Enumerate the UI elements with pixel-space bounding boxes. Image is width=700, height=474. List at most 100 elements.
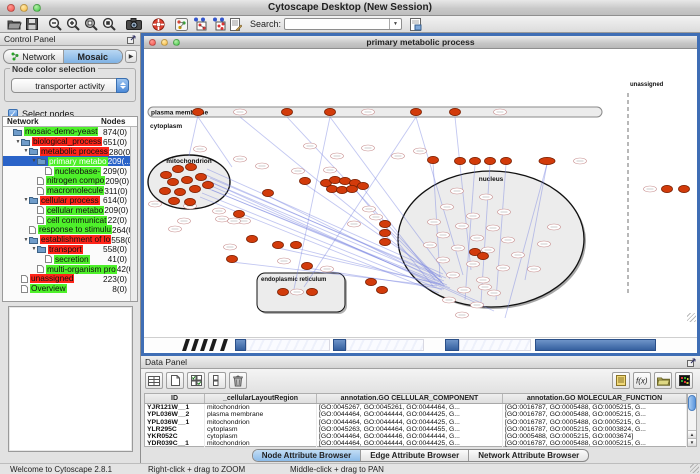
select-attributes-button[interactable] [187, 372, 205, 389]
network-node[interactable] [679, 185, 690, 192]
table-column-header[interactable]: annotation.GO MOLECULAR_FUNCTION [503, 394, 687, 403]
tab-node-attribute-browser[interactable]: Node Attribute Browser [253, 450, 362, 461]
attribute-batch-editor-button[interactable] [612, 372, 630, 389]
table-column-header[interactable]: _cellularLayoutRegion [205, 394, 317, 403]
background-window-thumbnail[interactable] [246, 339, 330, 351]
tab-edge-attribute-browser[interactable]: Edge Attribute Browser [361, 450, 469, 461]
table-scrollbar[interactable]: ▲ ▼ [688, 393, 697, 447]
frame-close-button[interactable] [149, 39, 156, 46]
window-close-button[interactable] [7, 4, 15, 12]
background-window-thumbnail[interactable] [346, 339, 424, 351]
search-input[interactable]: ▼ [284, 18, 402, 30]
network-node[interactable] [478, 252, 489, 259]
network-node[interactable] [340, 177, 351, 184]
import-network-button[interactable] [408, 17, 424, 32]
tree-row-establishment-of-lo[interactable]: ▼establishment of lo558(0) [3, 235, 130, 245]
scroll-up-arrow-icon[interactable]: ▲ [688, 430, 696, 438]
manual-layout-button[interactable] [228, 17, 244, 32]
float-panel-icon[interactable] [127, 35, 136, 44]
tree-row-transport[interactable]: ▼transport558(0) [3, 245, 130, 255]
network-node[interactable] [302, 262, 313, 269]
save-session-button[interactable] [24, 17, 40, 32]
tree-row-multi-organism-pro[interactable]: multi-organism pro42(0) [3, 264, 130, 274]
tree-row-cellular-process[interactable]: ▼cellular process614(0) [3, 196, 130, 206]
network-node[interactable] [337, 186, 348, 193]
node-color-combobox[interactable]: transporter activity [11, 78, 129, 93]
table-row[interactable]: YDR039C__1mitochondrion[GO:0044464, GO:0… [145, 440, 687, 447]
table-row[interactable]: YLR295Ccytoplasm[GO:0045263, GO:0044464,… [145, 426, 687, 433]
network-node[interactable] [455, 157, 466, 164]
network-node[interactable] [175, 188, 186, 195]
table-row[interactable]: YPL036W__1mitochondrion[GO:0044464, GO:0… [145, 419, 687, 426]
network-node[interactable] [273, 241, 284, 248]
network-node[interactable] [168, 178, 179, 185]
formula-builder-button[interactable]: f(x) [633, 372, 651, 389]
delete-attribute-button[interactable] [229, 372, 247, 389]
tree-row-secretion[interactable]: secretion41(0) [3, 254, 130, 264]
network-node[interactable] [182, 176, 193, 183]
attribute-panel-button[interactable] [145, 372, 163, 389]
network-node[interactable] [203, 181, 214, 188]
network-node[interactable] [193, 108, 204, 115]
table-row[interactable]: YKR052Ccytoplasm[GO:0044464, GO:0044446,… [145, 433, 687, 440]
network-node[interactable] [380, 238, 391, 245]
network-node[interactable] [366, 278, 377, 285]
zoom-out-button[interactable] [46, 17, 64, 32]
vizmapper-button[interactable] [190, 17, 209, 32]
network-node[interactable] [330, 176, 341, 183]
network-node[interactable] [380, 220, 391, 227]
tree-row-mosaic-demo-yeast[interactable]: mosaic-demo-yeast874(0) [3, 127, 130, 137]
table-row[interactable]: YPL036W__2plasma membrane[GO:0044464, GO… [145, 411, 687, 418]
tab-network[interactable]: Network [4, 50, 64, 63]
tab-mosaic[interactable]: Mosaic [64, 50, 123, 63]
network-node[interactable] [450, 108, 461, 115]
network-node[interactable] [169, 197, 180, 204]
network-node[interactable] [247, 235, 258, 242]
network-node[interactable] [347, 185, 358, 192]
network-node[interactable] [263, 189, 274, 196]
network-node[interactable] [662, 185, 673, 192]
table-scrollbar-thumb[interactable] [688, 395, 696, 411]
tree-row-unassigned[interactable]: unassigned223(0) [3, 274, 130, 284]
vizmapper-edit-button[interactable] [209, 17, 228, 32]
network-node[interactable] [227, 255, 238, 262]
tree-row-macromolecule[interactable]: macromolecule311(0) [3, 186, 130, 196]
frame-zoom-button[interactable] [173, 39, 180, 46]
network-node[interactable] [380, 229, 391, 236]
table-column-header[interactable]: annotation.GO CELLULAR_COMPONENT [317, 394, 503, 403]
network-node[interactable] [358, 182, 369, 189]
annotation-button[interactable] [173, 17, 190, 32]
network-node[interactable] [291, 241, 302, 248]
network-node[interactable] [186, 163, 197, 170]
tree-row-overview[interactable]: Overview8(0) [3, 284, 130, 294]
network-node[interactable] [196, 173, 207, 180]
tree-row-nitrogen-compo[interactable]: nitrogen compo209(0) [3, 176, 130, 186]
tree-row-biological-process[interactable]: ▼biological_process651(0) [3, 137, 130, 147]
network-node[interactable] [327, 185, 338, 192]
network-node[interactable] [411, 108, 422, 115]
background-window-titlebar[interactable] [535, 339, 656, 351]
open-session-button[interactable] [5, 17, 24, 32]
frame-minimize-button[interactable] [161, 39, 168, 46]
frame-resize-grip[interactable] [687, 313, 696, 322]
unselect-attributes-button[interactable] [208, 372, 226, 389]
network-node[interactable] [470, 157, 481, 164]
network-node[interactable] [300, 177, 311, 184]
tree-row-primary-metabo[interactable]: ▼primary metabo209(... [3, 156, 130, 166]
network-node[interactable] [282, 108, 293, 115]
background-window-titlebar[interactable] [333, 339, 346, 351]
birdseye-overview-panel[interactable] [8, 306, 133, 452]
background-window-fragment[interactable] [184, 338, 232, 351]
network-view-titlebar[interactable]: primary metabolic process [144, 36, 697, 49]
table-column-header[interactable]: ID [145, 394, 205, 403]
network-node[interactable] [190, 185, 201, 192]
tree-row-metabolic-process[interactable]: ▼metabolic process280(0) [3, 147, 130, 157]
new-attribute-button[interactable] [166, 372, 184, 389]
network-node[interactable] [485, 157, 496, 164]
snapshot-button[interactable] [124, 17, 144, 32]
tab-overflow-button[interactable]: ▶ [125, 50, 137, 63]
network-node[interactable] [161, 171, 172, 178]
network-canvas[interactable]: plasma membranecytoplasmmitochondrionnuc… [144, 49, 697, 337]
network-node[interactable] [377, 286, 388, 293]
network-node[interactable] [307, 288, 318, 295]
